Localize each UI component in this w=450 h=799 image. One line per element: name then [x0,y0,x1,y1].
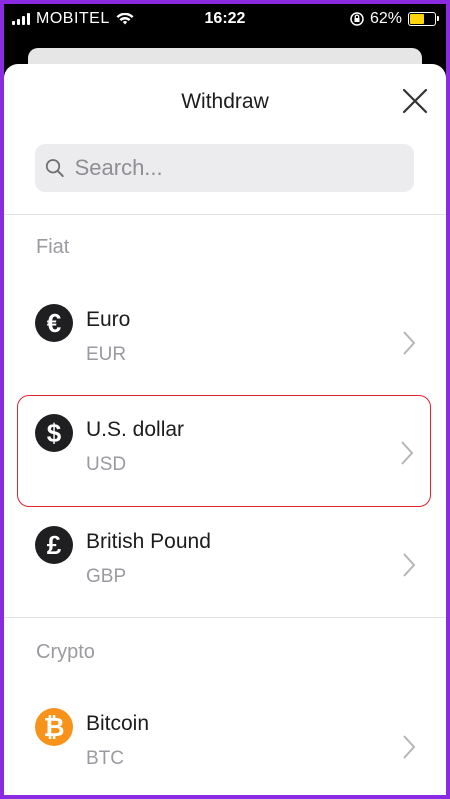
status-right: 62% [350,10,439,28]
currency-name: Euro [86,308,131,331]
currency-name: U.S. dollar [86,418,185,441]
currency-row-btc[interactable]: ₿ Bitcoin BTC [4,690,446,795]
withdraw-sheet: Withdraw Fiat € Euro EUR $ U.S. dollar U… [4,64,446,795]
currency-code: EUR [86,344,127,365]
battery-icon [408,12,439,26]
currency-code: BTC [86,748,124,769]
search-input[interactable] [72,154,414,182]
close-icon[interactable] [400,86,430,116]
currency-code: GBP [86,566,127,587]
search-icon [45,159,64,177]
divider [4,617,446,618]
orientation-lock-icon [350,12,364,26]
page-title: Withdraw [181,90,269,113]
status-bar: MOBITEL 16:22 62% [4,4,446,42]
section-label-fiat: Fiat [36,236,70,258]
currency-name: Bitcoin [86,712,150,735]
bitcoin-icon: ₿ [35,708,73,746]
search-bar[interactable] [35,144,414,192]
battery-level [410,14,425,24]
chevron-right-icon [403,331,416,355]
euro-icon: € [35,304,73,342]
chevron-right-icon [403,553,416,577]
battery-percent: 62% [369,10,402,27]
currency-row-gbp[interactable]: £ British Pound GBP [4,508,446,618]
currency-row-eur[interactable]: € Euro EUR [4,286,446,396]
sheet-header: Withdraw [4,64,446,140]
phone-frame: MOBITEL 16:22 62% Withdraw Search... Fia… [0,0,450,799]
dollar-icon: $ [35,414,73,452]
pound-icon: £ [35,526,73,564]
section-label-crypto: Crypto [36,641,95,663]
currency-code: USD [86,454,127,475]
chevron-right-icon [403,735,416,759]
divider [4,214,446,215]
chevron-right-icon [401,441,414,465]
currency-row-usd[interactable]: $ U.S. dollar USD [17,395,431,507]
currency-name: British Pound [86,530,211,553]
